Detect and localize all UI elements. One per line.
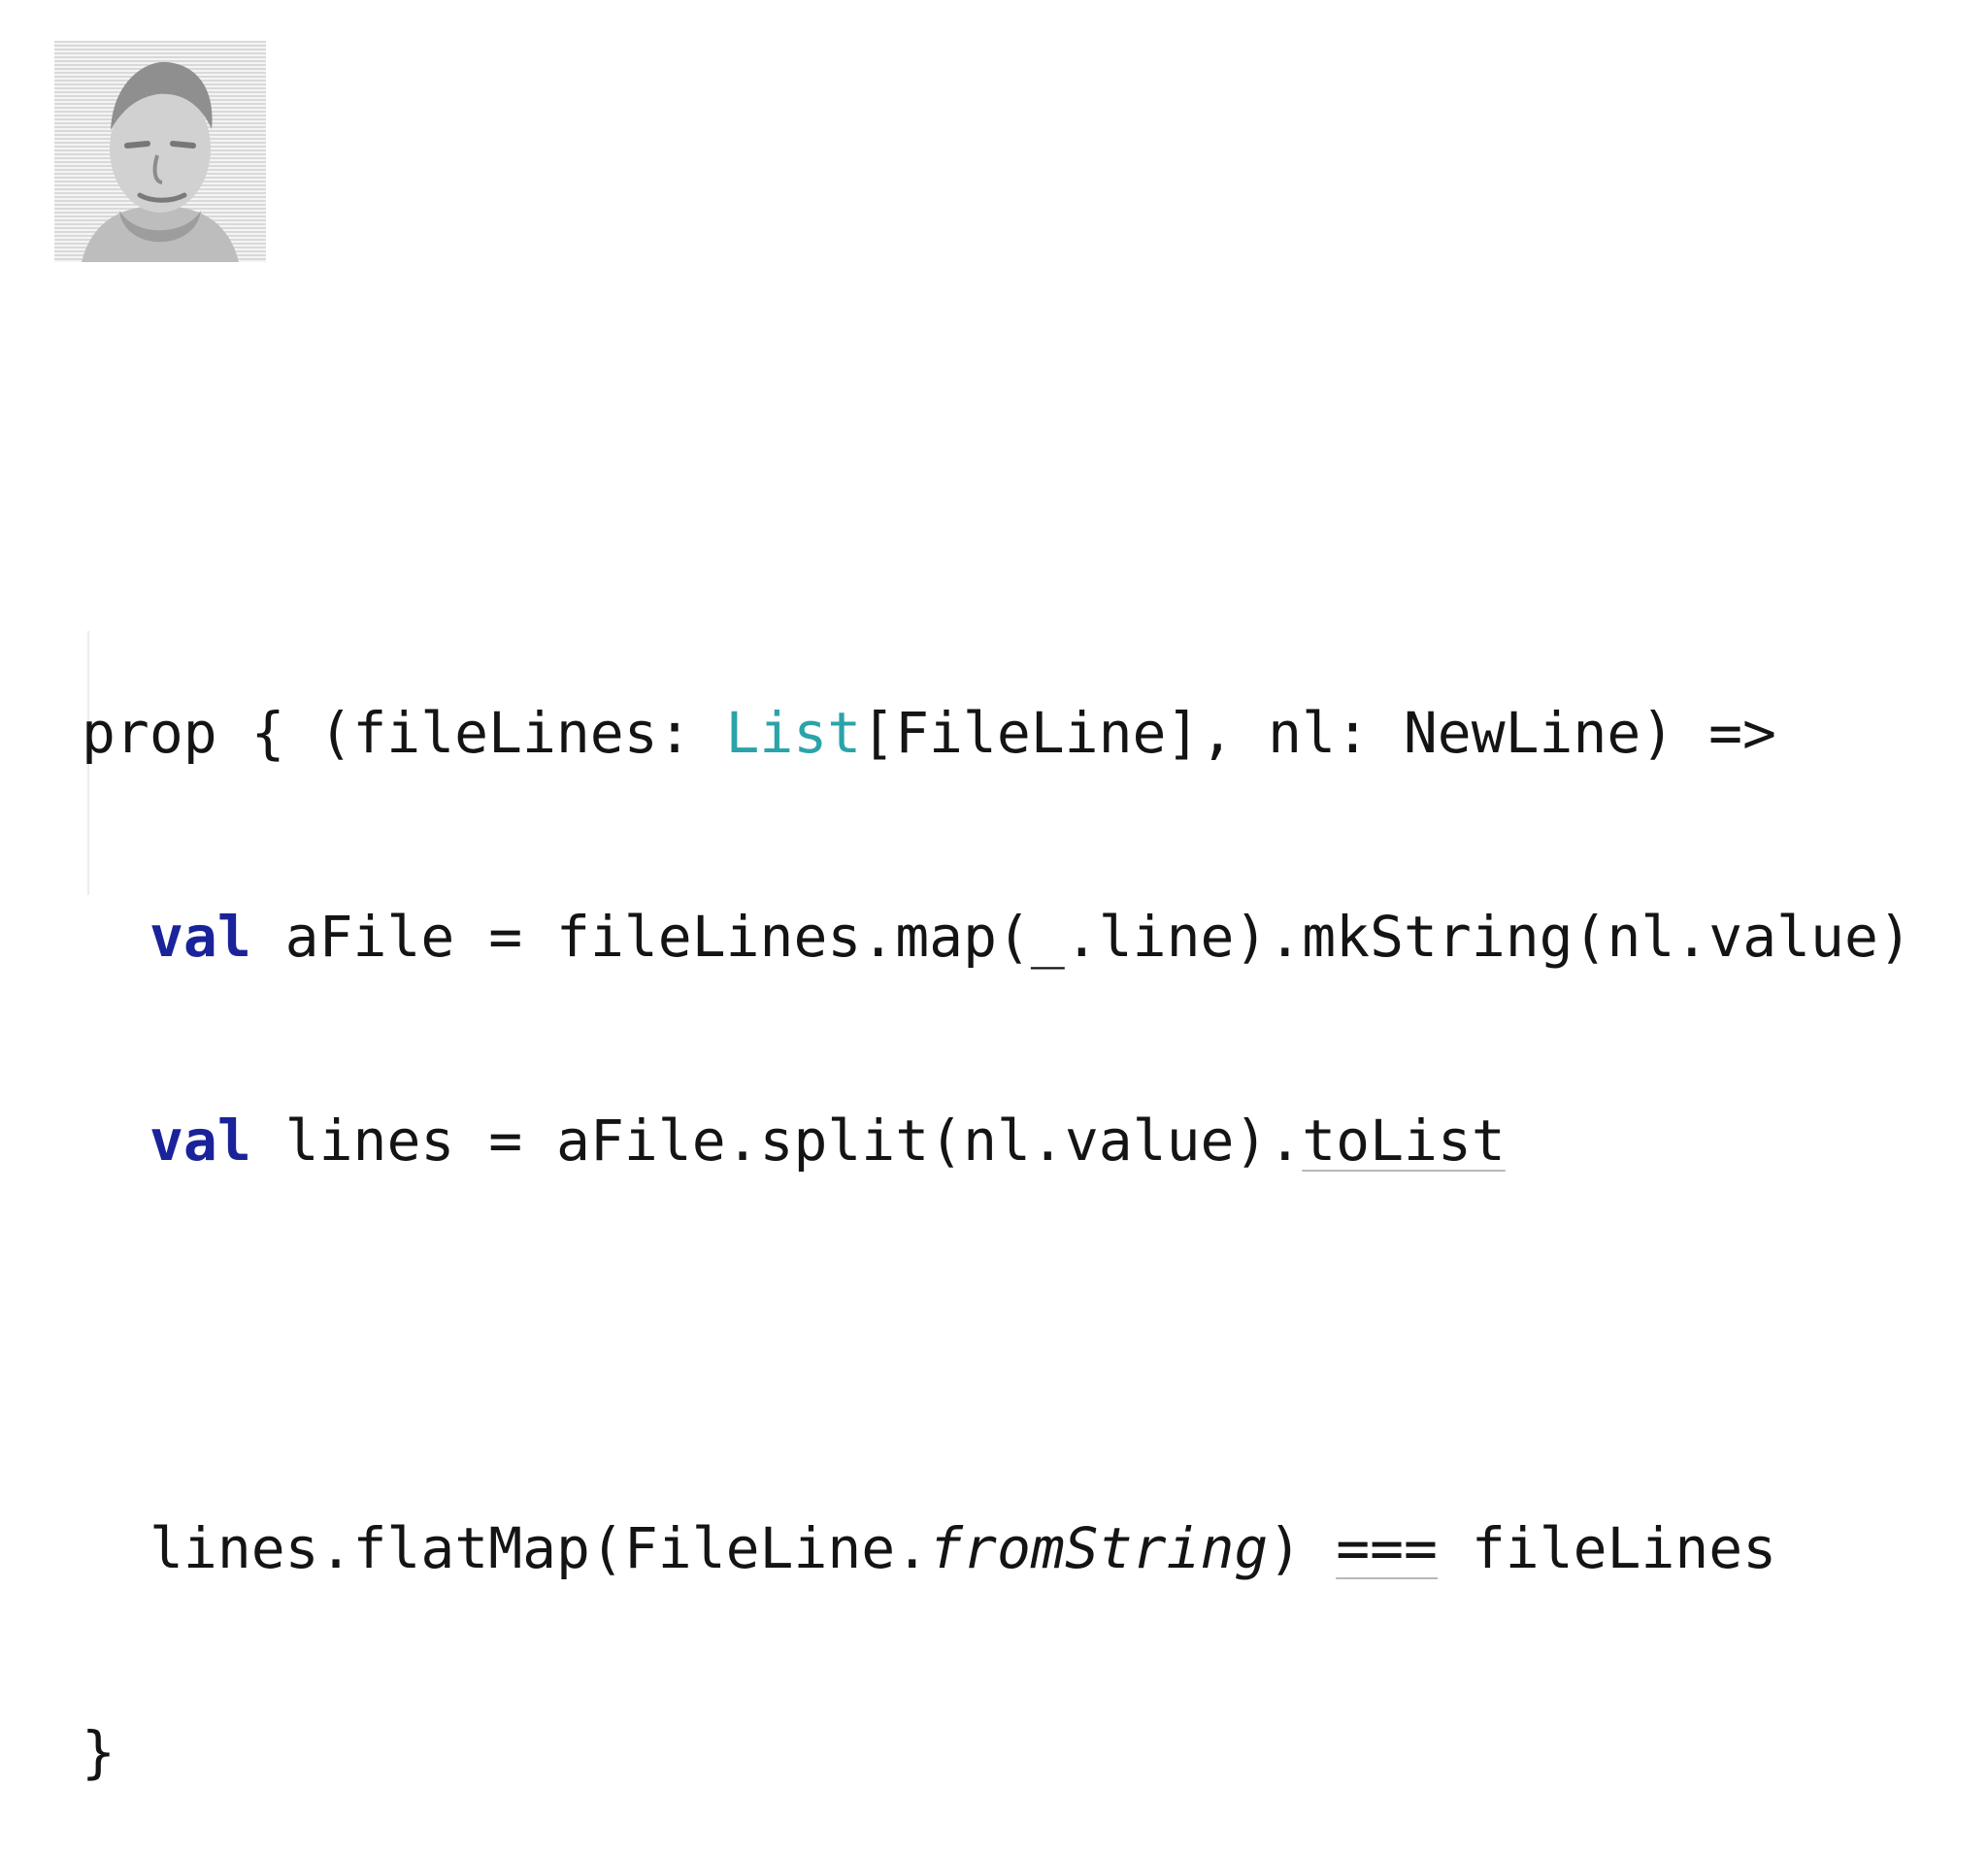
avatar-portrait-image (54, 41, 266, 262)
code-line-4-empty (82, 1310, 1945, 1378)
code-line-2-rest: aFile = fileLines.map(_.line).mkString(n… (250, 904, 1912, 970)
code-snippet: prop { (fileLines: List[FileLine], nl: N… (82, 563, 1945, 1854)
code-line-3: val lines = aFile.split(nl.value).toList (82, 1107, 1945, 1175)
code-line-2: val aFile = fileLines.map(_.line).mkStri… (82, 903, 1945, 971)
code-line-1: prop { (fileLines: List[FileLine], nl: N… (82, 699, 1945, 767)
equality-operator: === (1336, 1515, 1438, 1581)
code-line-1-prefix: prop { (fileLines: (82, 700, 726, 766)
code-line-6: } (82, 1719, 116, 1785)
val-keyword: val (149, 904, 251, 970)
avatar (54, 41, 266, 262)
list-type-token: List (725, 700, 862, 766)
code-line-5-middle: ) (1268, 1515, 1337, 1581)
code-line-5-prefix: lines.flatMap(FileLine. (149, 1515, 930, 1581)
code-line-1-suffix: [FileLine], nl: NewLine) => (861, 700, 1776, 766)
val-keyword: val (149, 1108, 251, 1174)
from-string-method: fromString (929, 1515, 1269, 1581)
code-line-5-suffix: fileLines (1437, 1515, 1777, 1581)
to-list-method: toList (1302, 1108, 1506, 1174)
code-line-3-middle: lines = aFile.split(nl.value). (250, 1108, 1303, 1174)
code-line-5: lines.flatMap(FileLine.fromString) === f… (82, 1514, 1945, 1582)
